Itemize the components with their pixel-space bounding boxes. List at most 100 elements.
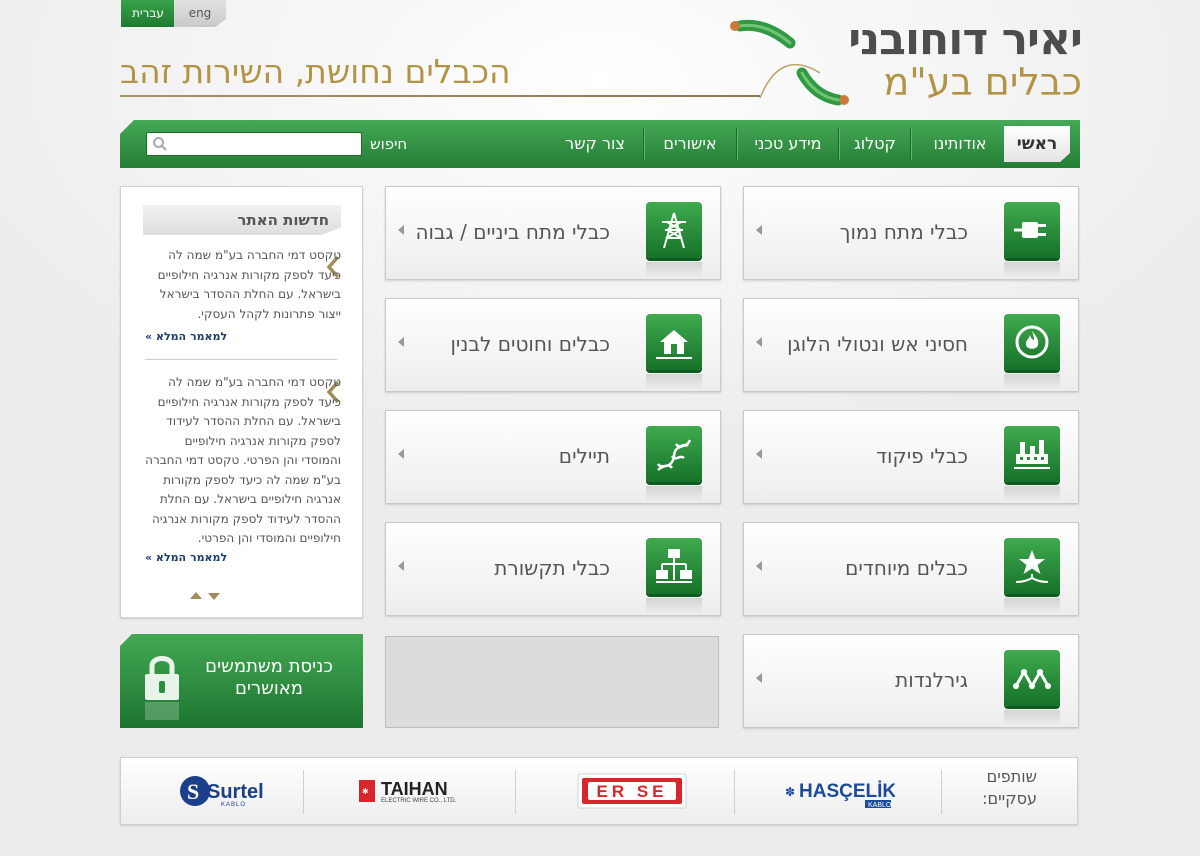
- power-tower-icon: [646, 202, 702, 258]
- scroll-up-icon[interactable]: [190, 592, 202, 599]
- partners-title: שותפים עסקיים:: [963, 766, 1037, 810]
- icon-reflection: [1004, 710, 1060, 726]
- nav-item-about[interactable]: אודותינו: [920, 120, 1000, 168]
- company-name[interactable]: יאיר דוחובני: [848, 14, 1082, 65]
- divider: [303, 770, 304, 814]
- product-title: כבלים מיוחדים: [845, 523, 968, 613]
- product-title: כבלי פיקוד: [876, 411, 968, 501]
- partner-logo-surtel[interactable]: S Surtel KABLO: [173, 758, 273, 826]
- nav-item-approvals[interactable]: אישורים: [646, 120, 734, 168]
- partner-name: HASÇELİK: [799, 781, 895, 802]
- search-icon[interactable]: [152, 136, 168, 152]
- product-title: חסיני אש ונטולי הלוגן: [787, 299, 968, 389]
- svg-text:✱: ✱: [362, 787, 369, 796]
- chevron-left-icon: [398, 449, 404, 459]
- chevron-left-icon: [756, 225, 762, 235]
- login-label: כניסת משתמשים מאושרים: [194, 656, 344, 700]
- partner-logo-taihan[interactable]: ✱ TAIHAN ELECTRIC WIRE CO., LTD.: [353, 758, 473, 826]
- lock-icon: [142, 652, 182, 724]
- news-item-text: טקסט דמי החברה בע"מ שמה לה כיעד לספק מקו…: [143, 373, 341, 549]
- divider: [515, 770, 516, 814]
- product-title: כבלי תקשורת: [494, 523, 610, 613]
- chevron-left-icon: [756, 449, 762, 459]
- chevron-left-icon: [398, 225, 404, 235]
- product-card-control-cables[interactable]: כבלי פיקוד: [743, 410, 1079, 504]
- chevron-left-icon: [398, 337, 404, 347]
- partner-sub: KABLO: [868, 802, 892, 809]
- lang-english-tab[interactable]: eng: [174, 0, 226, 27]
- icon-reflection: [646, 262, 702, 278]
- chevron-left-icon: [398, 561, 404, 571]
- search-input[interactable]: [146, 132, 362, 156]
- wire-twist-icon: [646, 426, 702, 482]
- icon-reflection: [1004, 262, 1060, 278]
- icon-reflection: [1004, 486, 1060, 502]
- svg-text:✽: ✽: [785, 785, 795, 799]
- nav-item-tech-info[interactable]: מידע טכני: [740, 120, 836, 168]
- nav-separator: [736, 128, 737, 160]
- news-read-more-link[interactable]: למאמר המלא »: [145, 551, 227, 564]
- news-item-text: טקסט דמי החברה בע"מ שמה לה כיעד לספק מקו…: [143, 246, 341, 324]
- divider: [941, 770, 942, 814]
- control-panel-icon: [1004, 426, 1060, 482]
- nav-item-catalog[interactable]: קטלוג: [844, 120, 906, 168]
- news-divider: [145, 359, 337, 360]
- tagline-underline: [120, 95, 760, 97]
- partner-name: Surtel: [207, 781, 264, 803]
- house-icon: [646, 314, 702, 370]
- partner-sub: ELECTRIC WIRE CO., LTD.: [381, 798, 457, 804]
- search-label: חיפוש: [370, 120, 407, 168]
- product-title: כבלי מתח ביניים / גבוה: [415, 187, 610, 277]
- icon-reflection: [1004, 374, 1060, 390]
- tagline: הכבלים נחושת, השירות זהב: [120, 52, 511, 91]
- icon-reflection: [1004, 598, 1060, 614]
- product-title: כבלים וחוטים לבנין: [450, 299, 610, 389]
- product-title: כבלי מתח נמוך: [840, 187, 968, 277]
- product-card-garlands[interactable]: גירלנדות: [743, 634, 1079, 728]
- company-subtitle: כבלים בע"מ: [884, 60, 1083, 104]
- partner-logo-hascelik[interactable]: ✽ HASÇELİK KABLO: [783, 758, 895, 826]
- partner-name: ER SE: [596, 782, 667, 801]
- lang-hebrew-tab[interactable]: עברית: [121, 0, 175, 27]
- nav-separator: [910, 128, 911, 160]
- svg-text:S: S: [187, 779, 199, 804]
- news-read-more-link[interactable]: למאמר המלא »: [145, 330, 227, 343]
- partner-name: TAIHAN: [381, 779, 448, 799]
- chevron-left-icon: [756, 673, 762, 683]
- scroll-down-icon[interactable]: [208, 593, 220, 600]
- plug-icon: [1004, 202, 1060, 258]
- partners-bar: שותפים עסקיים: ✽ HASÇELİK KABLO ER SE ✱ …: [120, 757, 1078, 825]
- icon-reflection: [646, 486, 702, 502]
- chevron-left-icon: [756, 337, 762, 347]
- partner-logo-erse[interactable]: ER SE: [576, 758, 688, 826]
- news-panel: חדשות האתר טקסט דמי החברה בע"מ שמה לה כי…: [120, 186, 363, 618]
- partner-sub: KABLO: [221, 802, 246, 808]
- product-card-communication-cables[interactable]: כבלי תקשורת: [385, 522, 721, 616]
- product-card-building-wires[interactable]: כבלים וחוטים לבנין: [385, 298, 721, 392]
- garland-icon: [1004, 650, 1060, 706]
- nav-item-home[interactable]: ראשי: [1004, 126, 1070, 162]
- product-card-stranded-wires[interactable]: תיילים: [385, 410, 721, 504]
- product-card-special-cables[interactable]: כבלים מיוחדים: [743, 522, 1079, 616]
- nav-item-contact[interactable]: צור קשר: [550, 120, 640, 168]
- fire-icon: [1004, 314, 1060, 370]
- icon-reflection: [646, 598, 702, 614]
- nav-separator: [838, 128, 839, 160]
- divider: [734, 770, 735, 814]
- network-icon: [646, 538, 702, 594]
- approved-users-login-button[interactable]: כניסת משתמשים מאושרים: [120, 634, 363, 728]
- news-title: חדשות האתר: [237, 205, 329, 235]
- product-card-fire-resistant[interactable]: חסיני אש ונטולי הלוגן: [743, 298, 1079, 392]
- chevron-left-icon: [756, 561, 762, 571]
- product-title: תיילים: [559, 411, 610, 501]
- product-card-medium-high-voltage[interactable]: כבלי מתח ביניים / גבוה: [385, 186, 721, 280]
- nav-separator: [643, 128, 644, 160]
- cable-logo-icon: [720, 18, 860, 113]
- news-header: חדשות האתר: [143, 205, 341, 235]
- star-icon: [1004, 538, 1060, 594]
- product-card-low-voltage[interactable]: כבלי מתח נמוך: [743, 186, 1079, 280]
- product-title: גירלנדות: [895, 635, 968, 725]
- empty-card-slot: [385, 636, 719, 728]
- main-nav: ראשי אודותינו קטלוג מידע טכני אישורים צו…: [120, 120, 1080, 168]
- icon-reflection: [646, 374, 702, 390]
